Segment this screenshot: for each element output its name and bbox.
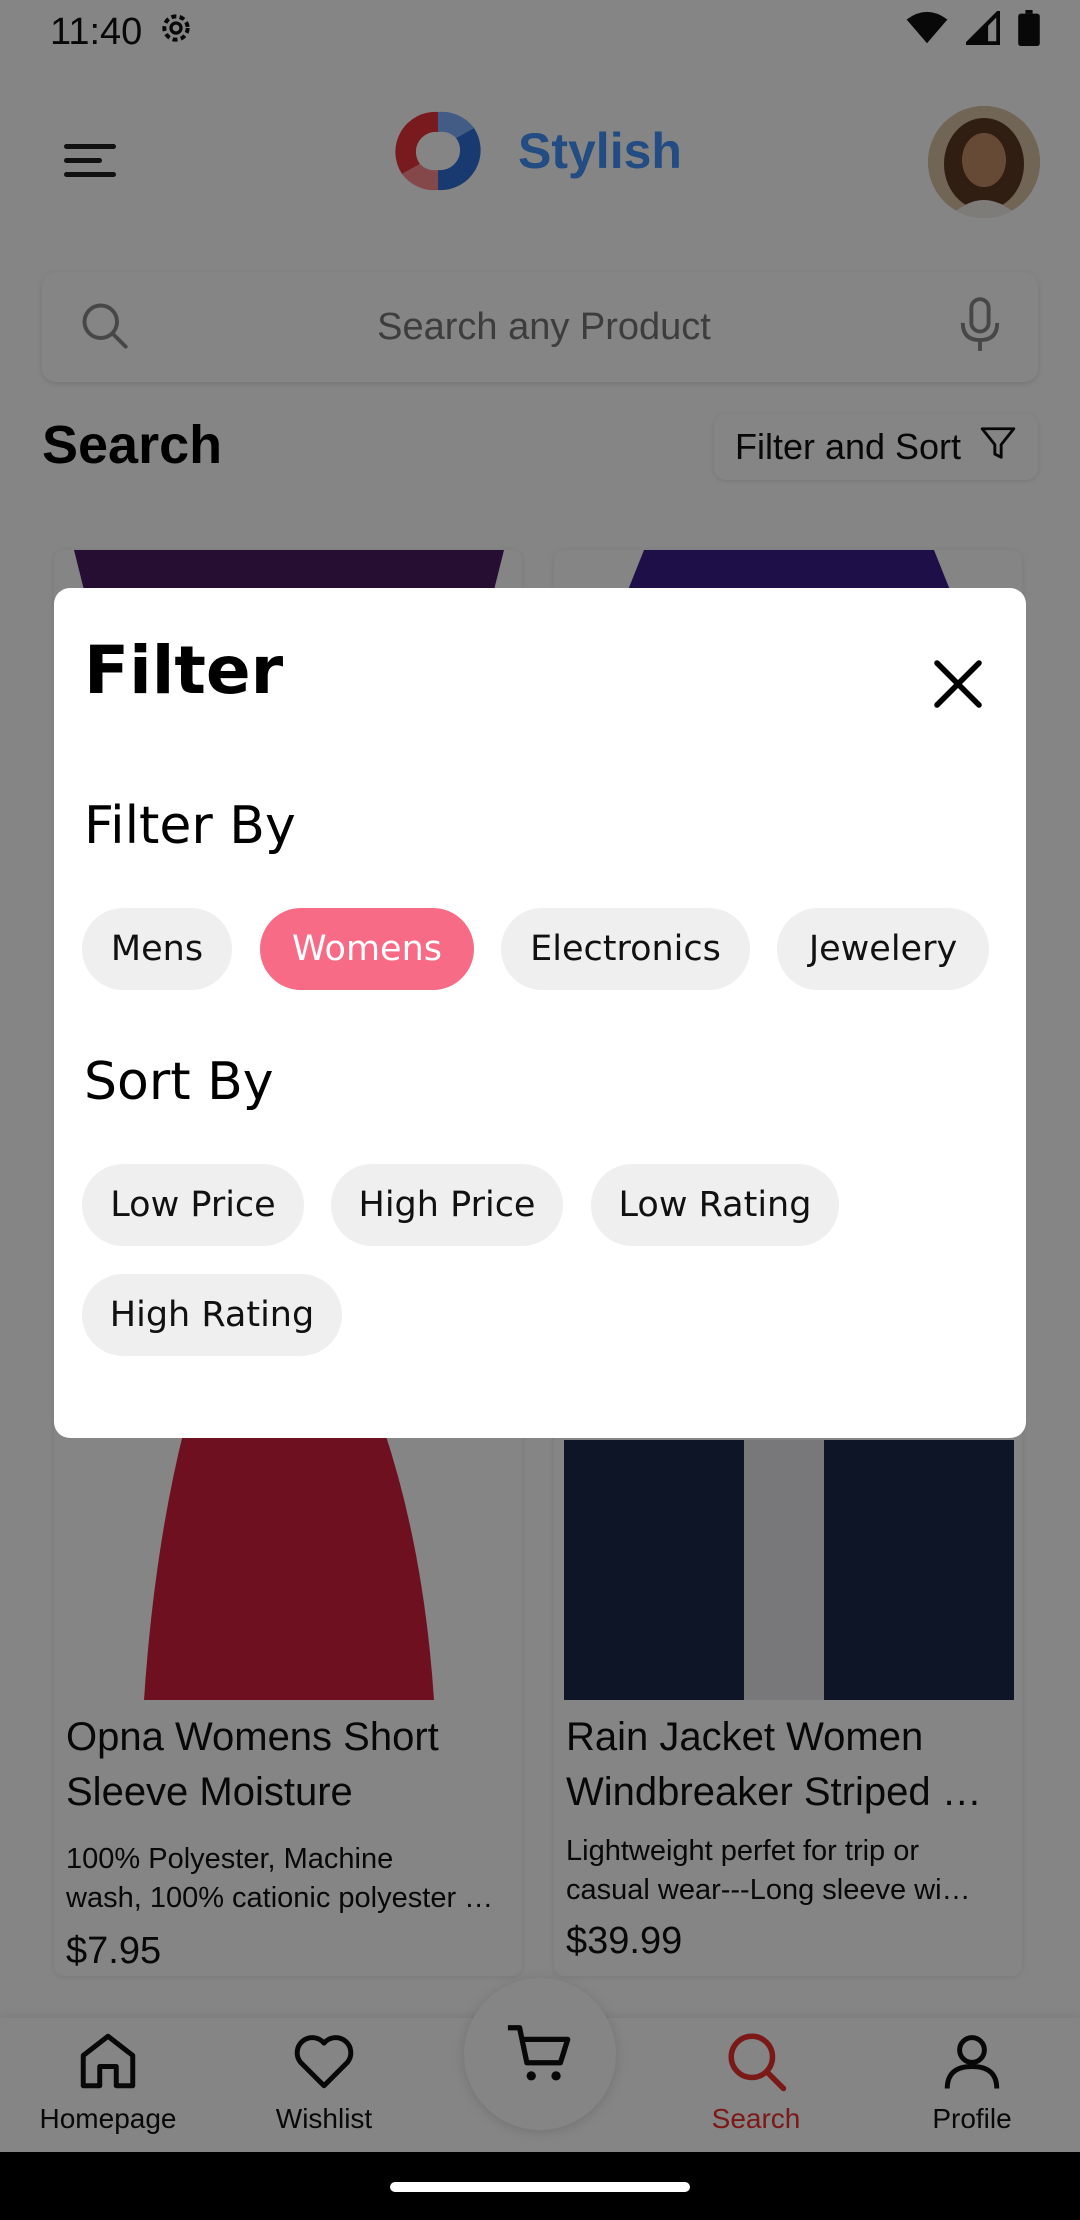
chip-label: Low Price [110,1185,276,1225]
close-icon [934,660,982,708]
filter-chip-mens[interactable]: Mens [82,908,232,990]
chip-label: Womens [291,929,442,969]
filter-chip-womens[interactable]: Womens [260,908,474,990]
filter-chip-jewelery[interactable]: Jewelery [777,908,989,990]
chip-label: Low Rating [618,1185,812,1225]
sort-chip-low-price[interactable]: Low Price [82,1164,304,1246]
chip-label: Electronics [530,929,721,969]
sort-by-title: Sort By [84,1052,274,1112]
sort-chip-high-rating[interactable]: High Rating [82,1274,342,1356]
sort-chip-high-price[interactable]: High Price [331,1164,563,1246]
filter-dialog: Filter Filter By Mens Womens Electronics… [54,588,1026,1438]
close-button[interactable] [918,644,998,724]
home-gesture-handle[interactable] [390,2182,690,2192]
dialog-title: Filter [84,632,284,709]
filter-by-title: Filter By [84,796,296,856]
chip-label: Jewelery [808,929,958,969]
chip-label: Mens [110,929,204,969]
filter-chip-electronics[interactable]: Electronics [501,908,750,990]
chip-label: High Price [358,1185,536,1225]
sort-chip-low-rating[interactable]: Low Rating [591,1164,839,1246]
chip-label: High Rating [109,1295,315,1335]
